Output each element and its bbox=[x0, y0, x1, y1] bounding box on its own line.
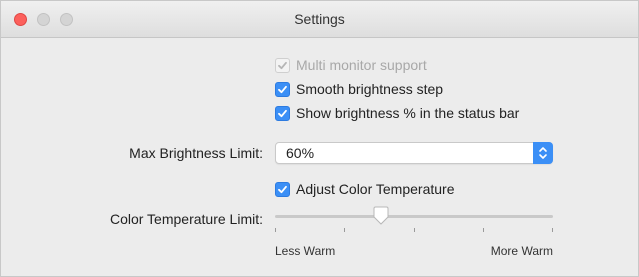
max-brightness-value: 60% bbox=[286, 145, 315, 161]
max-brightness-select[interactable]: 60% bbox=[275, 142, 553, 164]
slider-tick bbox=[414, 228, 415, 232]
show-brightness-label: Show brightness % in the status bar bbox=[296, 105, 520, 121]
settings-window: Settings Multi monitor support Smooth br… bbox=[0, 0, 639, 277]
checkmark-icon bbox=[278, 61, 287, 69]
window-title: Settings bbox=[294, 11, 345, 27]
slider-track[interactable] bbox=[275, 215, 553, 218]
checkmark-icon bbox=[278, 85, 287, 93]
adjust-color-checkbox-row[interactable]: Adjust Color Temperature bbox=[275, 179, 454, 199]
slider-tick bbox=[344, 228, 345, 232]
slider-knob[interactable] bbox=[371, 206, 391, 228]
multi-monitor-label: Multi monitor support bbox=[296, 57, 427, 73]
multi-monitor-checkbox bbox=[275, 57, 290, 73]
smooth-brightness-checkbox-row[interactable]: Smooth brightness step bbox=[275, 79, 443, 99]
color-temp-label: Color Temperature Limit: bbox=[109, 211, 263, 227]
max-brightness-label: Max Brightness Limit: bbox=[129, 145, 263, 161]
adjust-color-checkbox[interactable] bbox=[275, 181, 290, 197]
checkmark-icon bbox=[278, 109, 287, 117]
adjust-color-label: Adjust Color Temperature bbox=[296, 181, 455, 197]
show-brightness-checkbox-row[interactable]: Show brightness % in the status bar bbox=[275, 103, 519, 123]
up-down-chevron-icon bbox=[539, 147, 547, 159]
slider-tick bbox=[552, 228, 553, 232]
slider-max-label: More Warm bbox=[490, 244, 553, 258]
slider-tick bbox=[275, 228, 276, 232]
slider-min-label: Less Warm bbox=[275, 244, 336, 258]
checkmark-icon bbox=[278, 185, 287, 193]
multi-monitor-checkbox-row: Multi monitor support bbox=[275, 55, 427, 75]
smooth-brightness-label: Smooth brightness step bbox=[296, 81, 444, 97]
slider-tick bbox=[483, 228, 484, 232]
smooth-brightness-checkbox[interactable] bbox=[275, 81, 290, 97]
select-stepper-button[interactable] bbox=[533, 142, 553, 164]
show-brightness-checkbox[interactable] bbox=[275, 105, 290, 121]
title-bar: Settings bbox=[1, 1, 638, 38]
color-temp-slider[interactable] bbox=[275, 206, 553, 236]
